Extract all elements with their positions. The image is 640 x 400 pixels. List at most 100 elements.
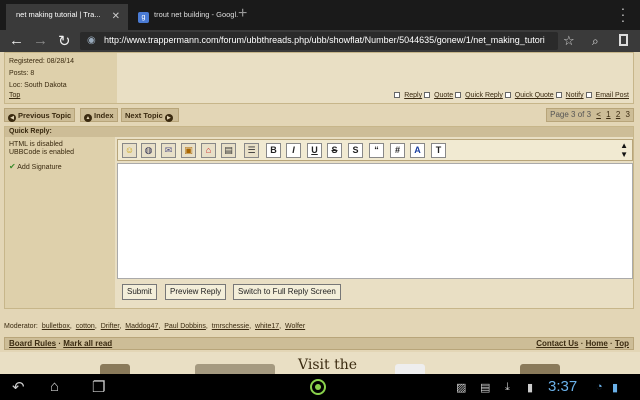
bold-button[interactable]: B bbox=[266, 143, 281, 158]
underline-button[interactable]: U bbox=[307, 143, 322, 158]
submit-button[interactable]: Submit bbox=[122, 284, 157, 300]
add-signature-checkbox[interactable]: ✔ Add Signature bbox=[9, 163, 111, 172]
home-icon[interactable]: ⌂ bbox=[50, 378, 59, 395]
color-button[interactable]: A bbox=[410, 143, 425, 158]
quick-quote-link[interactable]: Quick Quote bbox=[515, 92, 554, 99]
triangle-up-icon[interactable]: ▲ bbox=[620, 141, 628, 150]
moderator-link[interactable]: bulletbox bbox=[42, 323, 70, 330]
moderator-label: Moderator: bbox=[4, 323, 38, 330]
quick-reply-link[interactable]: Quick Reply bbox=[465, 92, 503, 99]
quick-quote-icon bbox=[504, 92, 511, 98]
menu-dots-icon[interactable]: · · · bbox=[620, 1, 626, 27]
top-link[interactable]: Top bbox=[9, 92, 20, 99]
storage-icon: ▮ bbox=[527, 382, 534, 394]
page-prev-link[interactable]: < bbox=[596, 110, 601, 119]
quick-reply-panel: Quick Reply: HTML is disabled UBBCode is… bbox=[4, 126, 634, 309]
moderator-link[interactable]: Maddog47 bbox=[125, 323, 158, 330]
reply-textarea[interactable] bbox=[117, 163, 633, 279]
url-text: http://www.trappermann.com/forum/ubbthre… bbox=[104, 35, 545, 45]
app-launcher-icon[interactable] bbox=[310, 379, 326, 395]
video-icon[interactable]: ▤ bbox=[221, 143, 236, 158]
image-icon[interactable]: ▣ bbox=[181, 143, 196, 158]
list-icon[interactable]: ☰ bbox=[244, 143, 259, 158]
quote-link[interactable]: Quote bbox=[434, 92, 453, 99]
reply-icon bbox=[394, 92, 401, 98]
notify-icon bbox=[555, 92, 562, 98]
italic-button[interactable]: I bbox=[286, 143, 301, 158]
arrow-right-icon: ▶ bbox=[164, 114, 173, 122]
page-2-link[interactable]: 2 bbox=[616, 110, 620, 119]
tab-net-making-tutorial[interactable]: net making tutorial | Tra... ✕ bbox=[6, 4, 128, 30]
post-count: Posts: 8 bbox=[9, 70, 35, 77]
close-icon[interactable]: ✕ bbox=[112, 11, 120, 22]
index-button[interactable]: ▲ Index bbox=[80, 108, 118, 122]
forward-arrow-icon[interactable]: → bbox=[33, 32, 48, 49]
editor: ☺ ◍ ✉ ▣ ⌂ ▤ ☰ B I U S S “ # A T ▲ ▼ Submi… bbox=[117, 139, 633, 307]
page-3-current: 3 bbox=[625, 110, 630, 119]
moderator-link[interactable]: Drifter bbox=[101, 323, 120, 330]
gallery-notification-icon: ▨ bbox=[456, 382, 467, 394]
globe-link-icon[interactable]: ◍ bbox=[141, 143, 156, 158]
email-post-link[interactable]: Email Post bbox=[596, 92, 629, 99]
url-bar[interactable]: ◉ http://www.trappermann.com/forum/ubbth… bbox=[80, 32, 558, 50]
email-icon[interactable]: ✉ bbox=[161, 143, 176, 158]
tab-strip: net making tutorial | Tra... ✕ g trout ne… bbox=[0, 0, 640, 30]
previous-topic-button[interactable]: ◀ Previous Topic bbox=[4, 108, 76, 122]
page-1-link[interactable]: 1 bbox=[606, 110, 610, 119]
arrow-left-icon: ◀ bbox=[8, 114, 16, 122]
post-footer: Registered: 08/28/14 Posts: 8 Loc: South… bbox=[4, 52, 634, 104]
smiley-icon[interactable]: ☺ bbox=[122, 143, 137, 158]
google-favicon-icon: g bbox=[138, 12, 149, 23]
reply-link[interactable]: Reply bbox=[404, 92, 422, 99]
arrow-up-icon: ▲ bbox=[84, 114, 92, 122]
pager: Page 3 of 3 < 1 2 3 bbox=[546, 108, 634, 122]
spoiler-button[interactable]: S bbox=[348, 143, 363, 158]
tab-title: trout net building - Googl... bbox=[154, 10, 238, 19]
triangle-down-icon[interactable]: ▼ bbox=[620, 150, 628, 159]
footer-links: Contact Us · Home · Top bbox=[536, 339, 629, 348]
next-topic-label: Next Topic bbox=[125, 111, 163, 120]
house-icon[interactable]: ⌂ bbox=[201, 143, 216, 158]
back-arrow-icon[interactable]: ← bbox=[9, 32, 24, 49]
clock: 3:37 bbox=[548, 378, 578, 395]
add-signature-label: Add Signature bbox=[17, 164, 62, 171]
back-icon[interactable]: ↶ bbox=[12, 378, 25, 396]
moderator-link[interactable]: tmrschessie bbox=[212, 323, 249, 330]
banner-graphic bbox=[520, 364, 560, 374]
top-link[interactable]: Top bbox=[615, 339, 629, 348]
moderator-link[interactable]: white17 bbox=[255, 323, 279, 330]
notify-link[interactable]: Notify bbox=[566, 92, 584, 99]
recent-apps-icon[interactable]: ❐ bbox=[92, 378, 105, 396]
bookmarks-icon[interactable] bbox=[619, 34, 628, 46]
moderator-link[interactable]: Paul Dobbins bbox=[164, 323, 206, 330]
web-page: Registered: 08/28/14 Posts: 8 Loc: South… bbox=[0, 52, 640, 374]
code-button[interactable]: # bbox=[390, 143, 405, 158]
battery-icon: ▮ bbox=[612, 382, 619, 394]
quote-button[interactable]: “ bbox=[369, 143, 384, 158]
home-link[interactable]: Home bbox=[586, 339, 608, 348]
registered-date: Registered: 08/28/14 bbox=[9, 58, 74, 65]
toolbar-scroll[interactable]: ▲ ▼ bbox=[620, 141, 628, 159]
user-location: Loc: South Dakota bbox=[9, 82, 67, 89]
contact-us-link[interactable]: Contact Us bbox=[536, 339, 578, 348]
preview-reply-button[interactable]: Preview Reply bbox=[165, 284, 227, 300]
tab-title: net making tutorial | Tra... bbox=[16, 10, 101, 19]
font-button[interactable]: T bbox=[431, 143, 446, 158]
search-icon[interactable]: ⌕ bbox=[592, 34, 599, 49]
notification-icon: ▤ bbox=[480, 382, 491, 394]
tab-trout-net-building[interactable]: g trout net building - Googl... bbox=[128, 4, 238, 30]
moderator-link[interactable]: cotton bbox=[76, 323, 95, 330]
reload-icon[interactable]: ↻ bbox=[58, 32, 71, 50]
next-topic-button[interactable]: Next Topic ▶ bbox=[121, 108, 179, 122]
index-label: Index bbox=[94, 111, 114, 120]
bottom-banner[interactable]: Visit the bbox=[0, 352, 640, 374]
new-tab-plus-icon[interactable]: + bbox=[238, 5, 247, 23]
system-bar: ↶ ⌂ ❐ ▨ ▤ ⤓ ▮ 3:37 ◔ ▮ bbox=[0, 374, 640, 400]
mark-all-read-link[interactable]: Mark all read bbox=[63, 339, 112, 348]
checkmark-icon: ✔ bbox=[9, 162, 16, 171]
bookmark-star-icon[interactable]: ☆ bbox=[563, 33, 575, 49]
strike-button[interactable]: S bbox=[327, 143, 342, 158]
moderator-link[interactable]: Wolfer bbox=[285, 323, 305, 330]
board-rules-link[interactable]: Board Rules bbox=[9, 339, 56, 348]
full-reply-button[interactable]: Switch to Full Reply Screen bbox=[233, 284, 341, 300]
